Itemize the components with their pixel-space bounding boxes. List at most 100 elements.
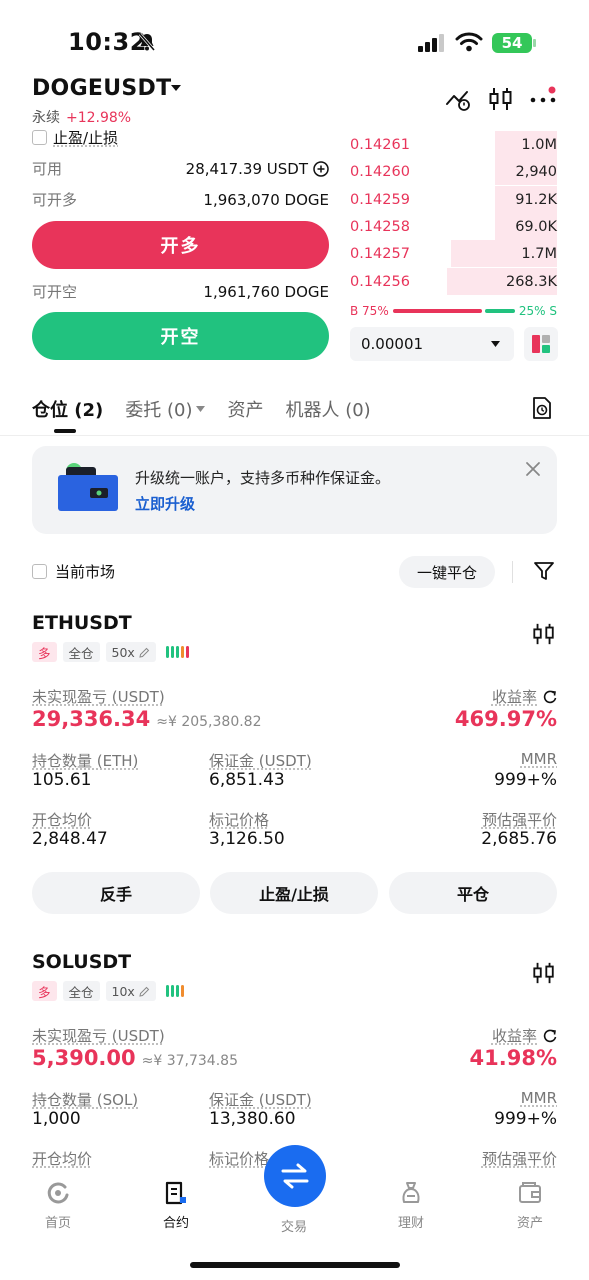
pnl-value: 5,390.00 <box>32 1046 136 1070</box>
margin-mode-badge: 全仓 <box>62 981 100 1001</box>
qty-label: 持仓数量 (ETH) <box>32 752 139 770</box>
pnl-cny: ≈¥ 37,734.85 <box>141 1053 238 1069</box>
ask-row[interactable]: 0.14256 268.3K <box>350 268 557 295</box>
wifi-icon <box>455 32 483 52</box>
open-short-button[interactable]: 开空 <box>32 312 329 360</box>
book-layout-button[interactable] <box>524 327 558 361</box>
position-symbol[interactable]: SOLUSDT <box>32 951 131 973</box>
ask-price: 0.14258 <box>350 218 410 235</box>
tpsl-button[interactable]: 止盈/止损 <box>210 872 378 914</box>
close-all-button[interactable]: 一键平仓 <box>399 556 495 588</box>
nav-assets-label: 资产 <box>516 1216 543 1231</box>
share-icon[interactable] <box>543 1029 557 1043</box>
upgrade-link[interactable]: 立即升级 <box>135 493 195 514</box>
divider <box>512 561 513 583</box>
book-layout-icon <box>532 335 550 353</box>
reverse-button[interactable]: 反手 <box>32 872 200 914</box>
nav-home[interactable]: 首页 <box>18 1180 98 1231</box>
precision-select[interactable]: 0.00001 <box>350 327 514 361</box>
open-short-value: 1,961,760 DOGE <box>203 282 329 301</box>
pnl-value: 29,336.34 <box>32 707 151 731</box>
tab-orders[interactable]: 委托 (0) <box>125 396 206 422</box>
ask-row[interactable]: 0.14257 1.7M <box>350 240 557 267</box>
history-doc-icon[interactable] <box>531 396 553 420</box>
caret-down-icon[interactable] <box>170 84 182 92</box>
nav-earn-label: 理财 <box>397 1216 424 1231</box>
battery-cap <box>533 39 536 47</box>
roe-label: 收益率 <box>491 688 537 706</box>
mmr-value: 999+% <box>494 1109 557 1129</box>
edit-icon <box>139 986 150 997</box>
close-icon[interactable] <box>525 461 541 477</box>
mark-value: 3,126.50 <box>209 829 285 849</box>
nav-assets[interactable]: 资产 <box>490 1180 570 1231</box>
available-value: 28,417.39 USDT <box>185 159 308 178</box>
home-icon <box>47 1182 69 1204</box>
home-indicator <box>190 1262 400 1268</box>
buy-ratio: B 75% <box>350 304 389 318</box>
nav-home-label: 首页 <box>44 1216 71 1231</box>
edit-icon <box>139 647 150 658</box>
signal-icon <box>418 34 444 52</box>
battery-indicator: 54 <box>492 33 532 53</box>
caret-down-icon <box>196 406 206 412</box>
nav-futures-label: 合约 <box>162 1216 189 1231</box>
contract-info: 永续 +12.98% <box>32 107 131 127</box>
tab-divider <box>0 435 589 436</box>
more-icon[interactable] <box>529 86 557 112</box>
current-market-label: 当前市场 <box>55 563 116 581</box>
leverage-value: 50x <box>111 644 135 660</box>
nav-earn[interactable]: 理财 <box>371 1180 451 1231</box>
add-funds-icon[interactable] <box>313 160 329 177</box>
filter-icon[interactable] <box>533 560 555 582</box>
candlestick-chart-icon[interactable] <box>488 86 514 112</box>
roe-value: 469.97% <box>454 707 557 731</box>
candlestick-chart-icon[interactable] <box>532 961 556 985</box>
price-alert-icon[interactable] <box>445 86 471 112</box>
ask-row[interactable]: 0.14258 69.0K <box>350 213 557 240</box>
liq-label: 预估强平价 <box>481 1150 557 1168</box>
ask-size: 1.0M <box>521 136 557 153</box>
entry-label: 开仓均价 <box>32 811 93 829</box>
nav-futures[interactable]: 合约 <box>136 1180 216 1231</box>
tab-bots[interactable]: 机器人 (0) <box>285 396 370 422</box>
futures-doc-icon <box>165 1181 186 1205</box>
price-change: +12.98% <box>66 110 132 126</box>
earn-bag-icon <box>402 1182 420 1203</box>
candlestick-chart-icon[interactable] <box>532 622 556 646</box>
ask-row[interactable]: 0.14261 1.0M <box>350 131 557 158</box>
margin-mode-badge: 全仓 <box>62 642 100 662</box>
leverage-badge[interactable]: 50x <box>105 642 156 662</box>
qty-label: 持仓数量 (SOL) <box>32 1091 139 1109</box>
current-market-checkbox[interactable] <box>32 564 47 579</box>
leverage-badge[interactable]: 10x <box>105 981 156 1001</box>
position-symbol[interactable]: ETHUSDT <box>32 612 132 634</box>
open-long-label: 可开多 <box>32 191 78 209</box>
tpsl-toggle[interactable]: 止盈/止损 <box>32 127 118 148</box>
ask-price: 0.14256 <box>350 273 410 290</box>
margin-value: 6,851.43 <box>209 770 285 790</box>
tab-positions[interactable]: 仓位 (2) <box>32 396 103 422</box>
close-position-button[interactable]: 平仓 <box>389 872 557 914</box>
ask-row[interactable]: 0.14260 2,940 <box>350 158 557 185</box>
position-tags: 多 全仓 10x <box>32 981 184 1001</box>
tpsl-checkbox[interactable] <box>32 130 47 145</box>
buy-sell-ratio: B 75% 25% S <box>350 304 557 318</box>
open-short-label: 可开空 <box>32 283 78 301</box>
ask-size: 69.0K <box>515 218 557 235</box>
active-tab-indicator <box>54 429 76 433</box>
ask-row[interactable]: 0.14259 91.2K <box>350 186 557 213</box>
open-long-button[interactable]: 开多 <box>32 221 329 269</box>
share-icon[interactable] <box>543 690 557 704</box>
symbol-title[interactable]: DOGEUSDT <box>32 76 171 101</box>
entry-value: 2,848.47 <box>32 829 108 849</box>
tab-bar: 仓位 (2) 委托 (0) 资产 机器人 (0) <box>32 396 371 422</box>
ask-size: 1.7M <box>521 245 557 262</box>
pnl-cny: ≈¥ 205,380.82 <box>156 714 262 730</box>
qty-value: 105.61 <box>32 770 92 790</box>
banner-text: 升级统一账户，支持多币种作保证金。 <box>135 469 391 487</box>
tab-assets[interactable]: 资产 <box>227 396 263 422</box>
trade-button[interactable] <box>264 1145 326 1207</box>
side-badge: 多 <box>32 642 57 662</box>
current-market-toggle[interactable]: 当前市场 <box>32 561 115 582</box>
